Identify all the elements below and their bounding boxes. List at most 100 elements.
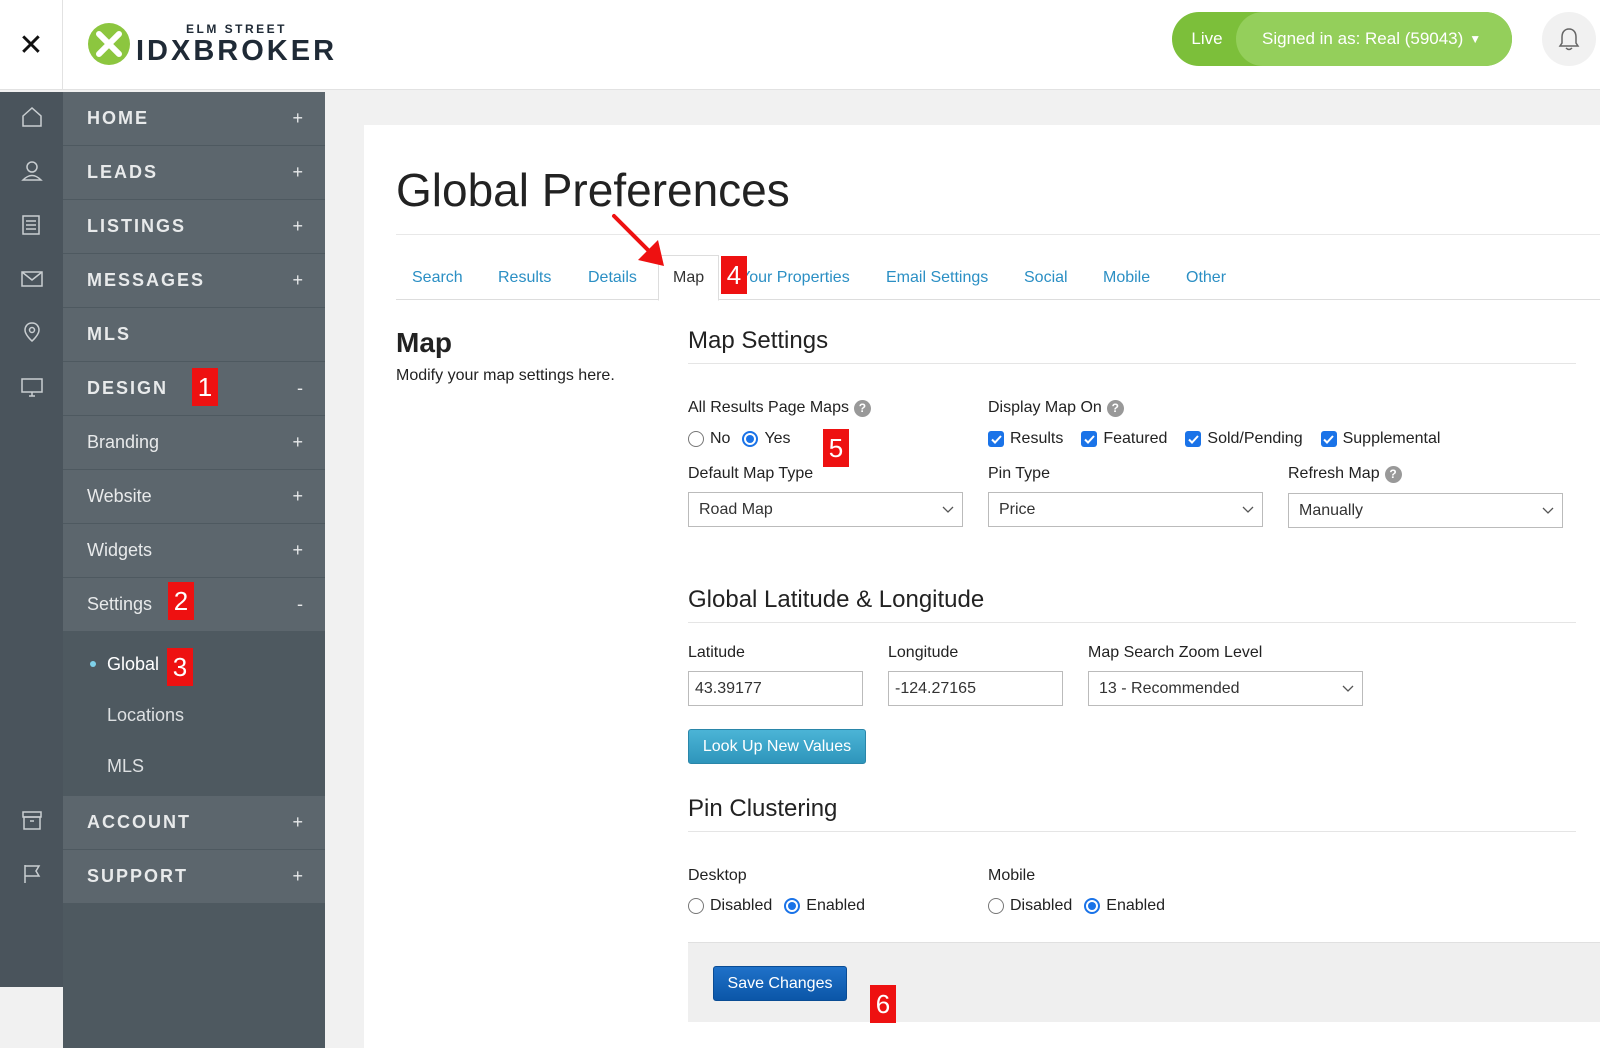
- checkbox-supplemental[interactable]: [1320, 431, 1337, 447]
- lat-lng-divider: [688, 622, 1576, 623]
- radio-mobile-enabled[interactable]: [1084, 898, 1101, 914]
- pin-type-select[interactable]: Price: [988, 492, 1263, 527]
- nav-website[interactable]: Website +: [63, 470, 325, 523]
- map-settings-heading: Map Settings: [688, 327, 829, 354]
- nav-home-label: HOME: [87, 108, 149, 128]
- nav-widgets-label: Widgets: [87, 540, 153, 560]
- nav-locations[interactable]: Locations: [107, 695, 184, 735]
- nav-widgets[interactable]: Widgets +: [63, 524, 325, 577]
- radio-desktop-enabled-label: Enabled: [806, 897, 865, 914]
- tab-email-settings[interactable]: Email Settings: [886, 255, 988, 300]
- nav-account[interactable]: ACCOUNT +: [63, 796, 325, 849]
- chevron-down-icon: [1242, 506, 1254, 513]
- nav-mls[interactable]: MLS: [63, 308, 325, 361]
- flag-icon[interactable]: [20, 862, 44, 886]
- nav-website-label: Website: [87, 486, 152, 506]
- mobile-clustering-radios: Disabled Enabled: [988, 897, 1177, 915]
- archive-icon[interactable]: [20, 808, 44, 832]
- chevron-down-icon: [1342, 685, 1354, 692]
- nav-mls-settings[interactable]: MLS: [107, 746, 144, 786]
- tab-your-properties[interactable]: Your Properties: [740, 255, 850, 300]
- help-icon[interactable]: ?: [853, 399, 871, 417]
- help-icon[interactable]: ?: [1384, 465, 1402, 483]
- pin-type-value: Price: [999, 500, 1036, 518]
- longitude-label: Longitude: [888, 644, 959, 661]
- bell-icon: [1558, 28, 1580, 51]
- checkbox-sold-pending-label: Sold/Pending: [1207, 430, 1303, 447]
- account-dropdown[interactable]: Signed in as: Real (59043) ▼: [1236, 12, 1512, 66]
- expand-icon: +: [292, 866, 303, 886]
- nav-listings[interactable]: LISTINGS +: [63, 200, 325, 253]
- sidebar-nav: HOME + LEADS + LISTINGS + MESSAGES + MLS DES…: [63, 92, 325, 1048]
- nav-design-label: DESIGN: [87, 378, 169, 398]
- desktop-label: Desktop: [688, 867, 747, 884]
- latitude-input[interactable]: 43.39177: [688, 671, 863, 706]
- idx-broker-logo[interactable]: ELM STREET IDXBROKER: [86, 14, 337, 74]
- live-toggle[interactable]: Live Signed in as: Real (59043) ▼: [1172, 12, 1512, 66]
- map-pin-icon[interactable]: [20, 321, 44, 345]
- section-title: Map: [396, 327, 452, 358]
- step-badge-2: 2: [168, 582, 194, 620]
- caret-down-icon: ▼: [1469, 32, 1482, 46]
- tab-mobile[interactable]: Mobile: [1103, 255, 1150, 300]
- notifications-button[interactable]: [1542, 12, 1596, 66]
- pin-type-label: Pin Type: [988, 465, 1050, 482]
- nav-settings[interactable]: Settings -: [63, 578, 325, 631]
- radio-yes[interactable]: [742, 431, 759, 447]
- step-badge-1: 1: [192, 368, 218, 406]
- tab-other[interactable]: Other: [1186, 255, 1226, 300]
- mail-icon[interactable]: [20, 267, 44, 291]
- mobile-label: Mobile: [988, 867, 1036, 884]
- listings-icon[interactable]: [20, 213, 44, 237]
- title-divider: [396, 234, 1600, 235]
- monitor-icon[interactable]: [20, 375, 44, 399]
- longitude-input[interactable]: -124.27165: [888, 671, 1063, 706]
- nav-messages[interactable]: MESSAGES +: [63, 254, 325, 307]
- nav-listings-label: LISTINGS: [87, 216, 187, 236]
- nav-support-label: SUPPORT: [87, 866, 189, 886]
- tab-social[interactable]: Social: [1024, 255, 1068, 300]
- checkbox-results[interactable]: [988, 431, 1004, 447]
- chevron-down-icon: [942, 506, 954, 513]
- nav-home[interactable]: HOME +: [63, 92, 325, 145]
- lat-lng-heading: Global Latitude & Longitude: [688, 586, 985, 613]
- expand-icon: +: [292, 270, 303, 290]
- zoom-level-value: 13 - Recommended: [1099, 679, 1240, 697]
- checkbox-results-label: Results: [1010, 430, 1064, 447]
- nav-support[interactable]: SUPPORT +: [63, 850, 325, 903]
- latitude-label: Latitude: [688, 644, 745, 661]
- radio-mobile-enabled-label: Enabled: [1106, 897, 1165, 914]
- tab-results[interactable]: Results: [498, 255, 551, 300]
- chevron-down-icon: [1542, 507, 1554, 514]
- live-label: Live: [1191, 29, 1223, 48]
- step-badge-6: 6: [870, 985, 896, 1023]
- nav-leads[interactable]: LEADS +: [63, 146, 325, 199]
- collapse-icon: -: [297, 594, 303, 614]
- nav-global[interactable]: Global: [107, 644, 159, 684]
- display-map-on-checks: Results Featured Sold/Pending Supplement…: [988, 430, 1458, 448]
- refresh-map-label: Refresh Map?: [1288, 465, 1402, 483]
- radio-desktop-disabled[interactable]: [688, 898, 704, 914]
- home-icon[interactable]: [20, 105, 44, 129]
- radio-mobile-disabled[interactable]: [988, 898, 1004, 914]
- all-results-maps-label: All Results Page Maps?: [688, 399, 871, 417]
- save-changes-button[interactable]: Save Changes: [713, 966, 847, 1001]
- default-map-type-select[interactable]: Road Map: [688, 492, 963, 527]
- radio-desktop-enabled[interactable]: [784, 898, 801, 914]
- radio-desktop-disabled-label: Disabled: [710, 897, 773, 914]
- nav-branding[interactable]: Branding +: [63, 416, 325, 469]
- close-menu-button[interactable]: ✕: [0, 0, 63, 90]
- checkbox-featured[interactable]: [1081, 431, 1098, 447]
- all-results-maps-radios: No Yes: [688, 430, 803, 448]
- tab-search[interactable]: Search: [412, 255, 463, 300]
- help-icon[interactable]: ?: [1106, 399, 1124, 417]
- radio-no[interactable]: [688, 431, 704, 447]
- step-badge-4: 4: [721, 256, 747, 294]
- user-icon[interactable]: [20, 159, 44, 183]
- map-settings-divider: [688, 363, 1576, 364]
- step-badge-5: 5: [823, 429, 849, 467]
- checkbox-sold-pending[interactable]: [1185, 431, 1202, 447]
- zoom-level-select[interactable]: 13 - Recommended: [1088, 671, 1363, 706]
- look-up-new-values-button[interactable]: Look Up New Values: [688, 729, 866, 764]
- refresh-map-select[interactable]: Manually: [1288, 493, 1563, 528]
